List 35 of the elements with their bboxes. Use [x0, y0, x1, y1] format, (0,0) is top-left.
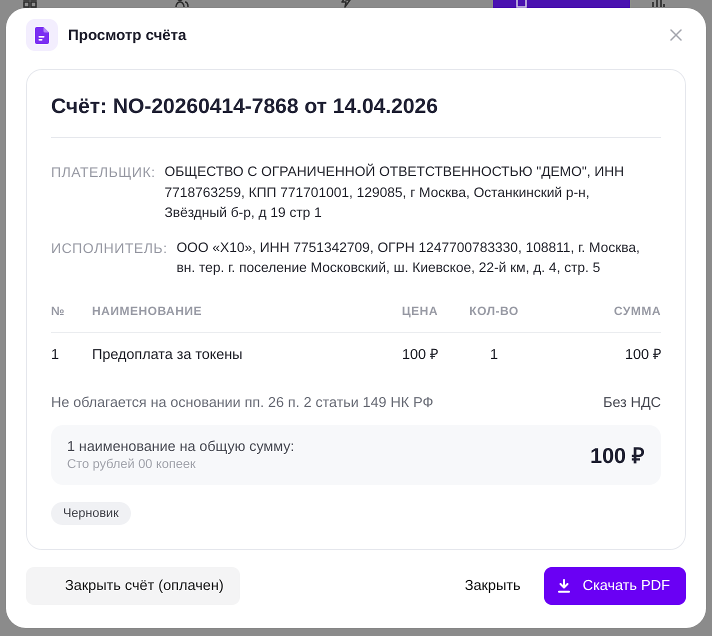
table-cell-text: 100 ₽ — [400, 346, 438, 362]
total-amount: 100 ₽ — [590, 443, 645, 469]
tab[interactable] — [493, 0, 630, 8]
mark-paid-button[interactable]: Закрыть счёт (оплачен) — [26, 567, 240, 605]
invoice-title: Счёт: NO-20260414-7868 от 14.04.2026 — [51, 94, 439, 120]
column-header: № — [51, 304, 66, 318]
tax-status: Без НДС — [603, 394, 661, 410]
total-label: 1 наименование на общую сумму: — [67, 438, 294, 456]
total-in-words: Сто рублей 00 копеек — [67, 456, 196, 472]
people-icon[interactable] — [175, 0, 189, 8]
close-text-button[interactable]: Закрыть — [452, 567, 533, 605]
download-button[interactable]: Скачать PDF — [544, 567, 686, 605]
document-icon — [26, 19, 58, 51]
party-label: ИСПОЛНИТЕЛЬ: — [51, 238, 168, 258]
close-button[interactable] — [670, 29, 682, 41]
table-cell-text: 100 ₽ — [624, 346, 661, 362]
party-label: ПЛАТЕЛЬЩИК: — [51, 163, 156, 182]
table-cell-text: Предоплата за токены — [92, 346, 244, 362]
download-icon — [558, 579, 570, 593]
bar-chart-icon[interactable] — [651, 0, 665, 8]
party-value: ООО «Х10», ИНН 7751342709, ОГРН 1247700783330, 108811, г. Москва, вн. тер. г. поселение Московский, ш. Киевское, 22-й км, д. 4, стр. 5 — [176, 238, 641, 277]
column-header: ЦЕНА — [400, 304, 438, 318]
table-cell-text: 1 — [488, 346, 499, 362]
tax-note: Не облагается на основании пп. 26 п. 2 статьи 149 НК РФ — [51, 394, 434, 410]
close-icon — [670, 29, 682, 41]
column-header: СУММА — [612, 304, 661, 318]
column-header: КОЛ-ВО — [468, 304, 520, 318]
document-icon — [514, 0, 528, 8]
status-badge: Черновик — [51, 502, 131, 524]
bolt-icon[interactable] — [339, 0, 353, 8]
table-cell-text: 1 — [51, 346, 60, 362]
party-value: ОБЩЕСТВО С ОГРАНИЧЕННОЙ ОТВЕТСТВЕННОСТЬЮ "ДЕМО", ИНН 7718763259, КПП 771701001, 129085, г Москва, Останкинский р-н, Звёздный б-р, д 19 стр 1 — [164, 162, 626, 222]
grid-icon[interactable] — [23, 0, 37, 8]
dialog-title: Просмотр счёта — [68, 26, 186, 44]
column-header: НАИМЕНОВАНИЕ — [92, 304, 203, 318]
